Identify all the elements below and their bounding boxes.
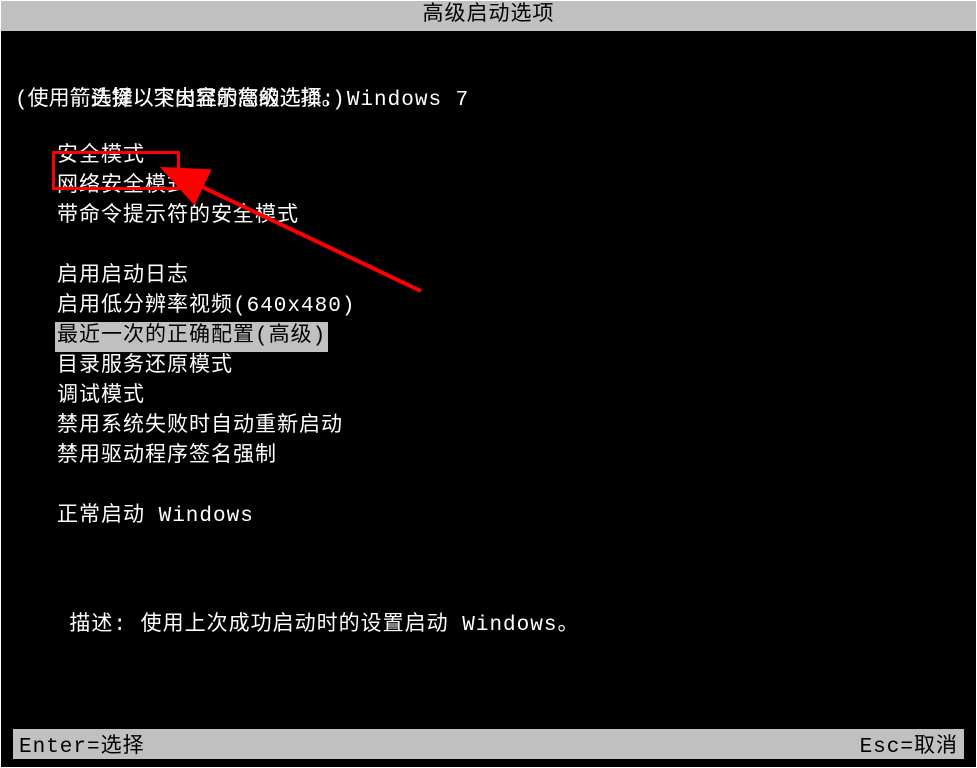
option-safe-mode-command-prompt[interactable]: 带命令提示符的安全模式 — [55, 202, 301, 232]
header-line-1: 选择以下内容的高级选项: Windows 7 — [15, 56, 962, 86]
header-line-2: (使用箭头键以突出显示您的选择。) — [15, 86, 962, 116]
options-list[interactable]: 安全模式 网络安全模式 带命令提示符的安全模式 启用启动日志 启用低分辨率视频(… — [15, 142, 962, 532]
advanced-boot-screen: 高级启动选项 选择以下内容的高级选项: Windows 7 (使用箭头键以突出显… — [0, 0, 977, 768]
description-row: 描述: 使用上次成功启动时的设置启动 Windows。 — [15, 581, 579, 611]
title-text: 高级启动选项 — [423, 4, 555, 27]
description-text: 使用上次成功启动时的设置启动 Windows。 — [141, 614, 580, 637]
option-boot-logging[interactable]: 启用启动日志 — [55, 262, 191, 292]
description-label: 描述: — [69, 614, 140, 637]
title-bar: 高级启动选项 — [1, 1, 976, 31]
option-safe-mode-networking[interactable]: 网络安全模式 — [55, 172, 191, 202]
option-last-known-good[interactable]: 最近一次的正确配置(高级) — [55, 322, 328, 352]
option-debug-mode[interactable]: 调试模式 — [55, 382, 147, 412]
footer-bar: Enter=选择 Esc=取消 — [13, 729, 964, 759]
footer-enter: Enter=选择 — [19, 729, 145, 759]
option-disable-auto-restart[interactable]: 禁用系统失败时自动重新启动 — [55, 412, 345, 442]
option-ds-restore[interactable]: 目录服务还原模式 — [55, 352, 235, 382]
os-name: Windows 7 — [347, 89, 469, 112]
option-low-res-video[interactable]: 启用低分辨率视频(640x480) — [55, 292, 357, 322]
option-start-normally[interactable]: 正常启动 Windows — [55, 502, 256, 532]
footer-esc: Esc=取消 — [860, 729, 958, 759]
option-disable-driver-sig[interactable]: 禁用驱动程序签名强制 — [55, 442, 279, 472]
option-safe-mode[interactable]: 安全模式 — [55, 142, 147, 172]
